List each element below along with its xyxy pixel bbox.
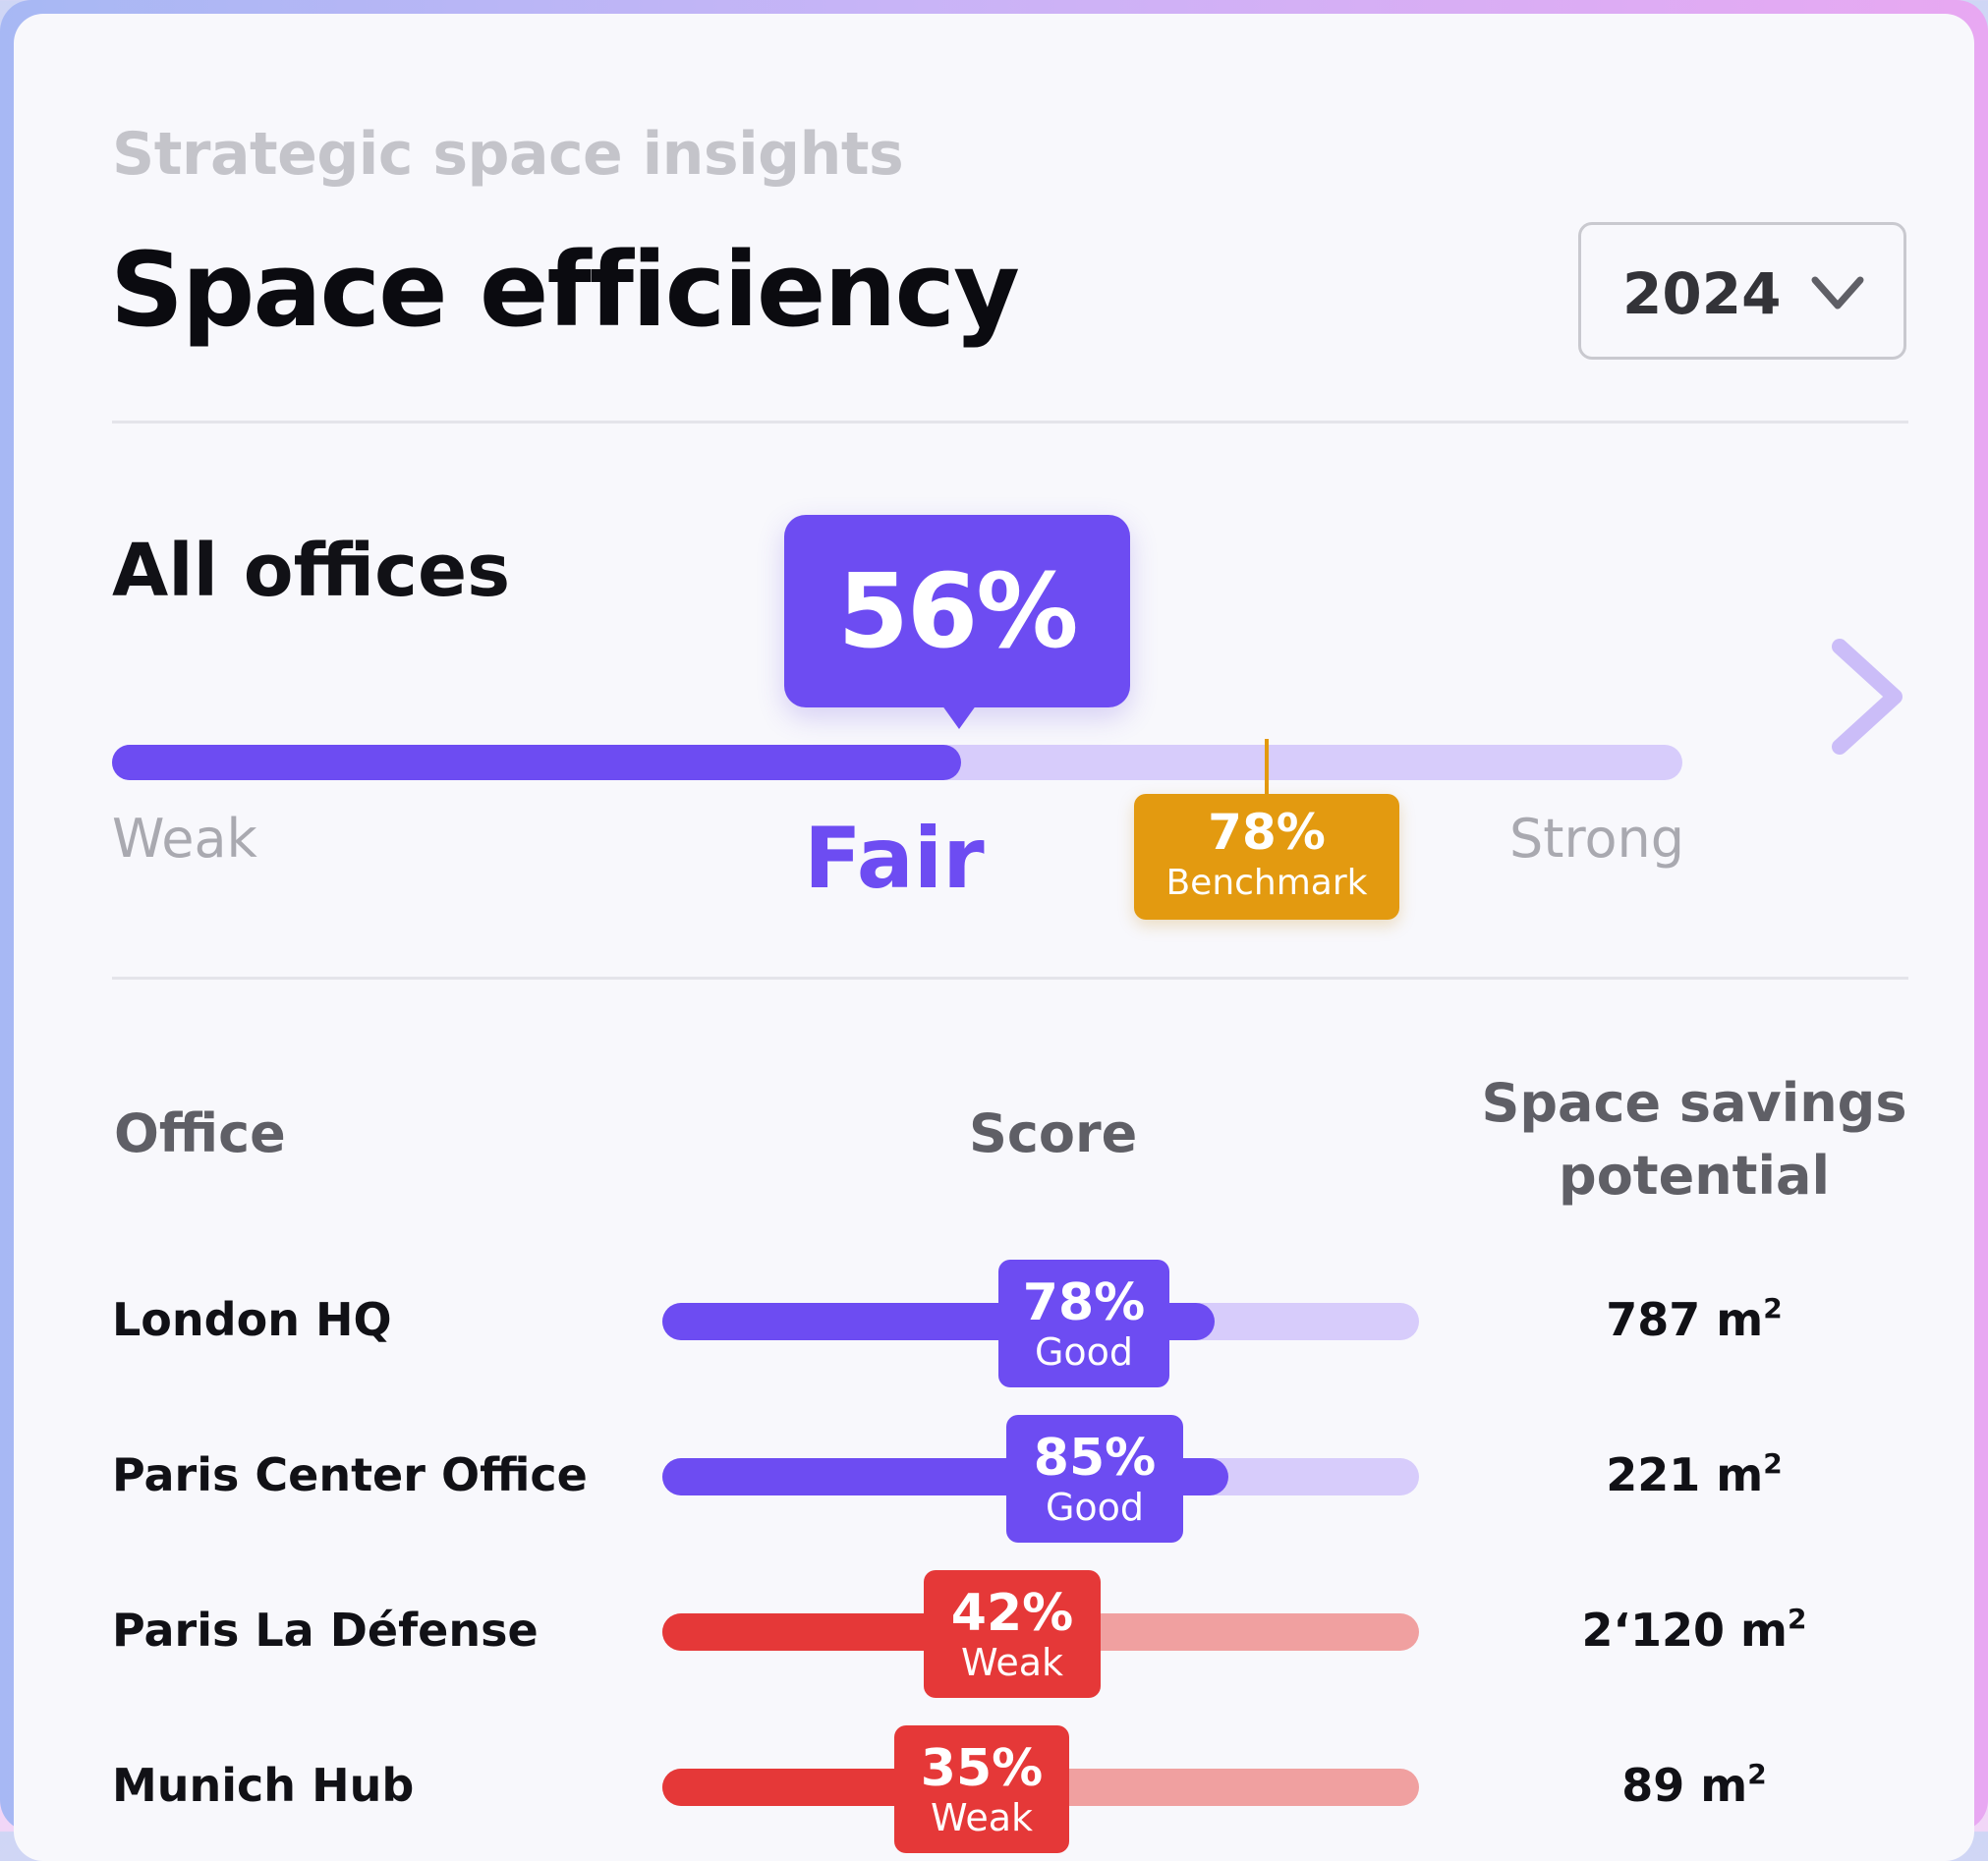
chevron-down-icon [1811,276,1864,310]
office-name: London HQ [112,1293,392,1346]
unit-superscript: 2 [1763,1292,1783,1325]
score-value: 35% [920,1739,1044,1798]
unit-superscript: 2 [1747,1758,1767,1790]
divider [112,977,1908,980]
savings-amount: 787 m [1606,1293,1764,1346]
benchmark-badge: 78% Benchmark [1134,794,1399,920]
column-header-office: Office [114,1102,286,1164]
unit-superscript: 2 [1787,1603,1807,1635]
summary-label: All offices [112,529,511,613]
savings-amount: 89 m [1621,1759,1748,1812]
savings-value: 89 m2 [1478,1759,1910,1812]
score-badge: 42% Weak [924,1570,1101,1698]
divider [112,421,1908,423]
score-value: 85% [1033,1429,1157,1488]
year-value: 2024 [1622,260,1782,327]
savings-amount: 221 m [1606,1448,1764,1501]
overall-score-fill [112,745,961,780]
scale-high-label: Strong [1509,808,1685,870]
benchmark-label: Benchmark [1165,863,1368,903]
section-eyebrow: Strategic space insights [112,120,904,189]
savings-value: 2‘120 m2 [1478,1604,1910,1657]
office-name: Paris Center Office [112,1448,588,1501]
score-badge: 85% Good [1006,1415,1183,1543]
scale-low-label: Weak [112,808,257,870]
score-rating: Good [1045,1486,1145,1529]
score-rating: Weak [930,1796,1034,1839]
year-dropdown[interactable]: 2024 [1578,222,1906,360]
benchmark-marker [1265,739,1269,800]
overall-rating: Fair [804,810,985,908]
page-title: Space efficiency [110,230,1020,350]
score-rating: Weak [960,1641,1064,1684]
score-rating: Good [1034,1330,1134,1374]
office-name: Paris La Défense [112,1604,539,1657]
score-badge: 35% Weak [894,1725,1069,1853]
savings-value: 787 m2 [1478,1293,1910,1346]
column-header-savings: Space savings potential [1481,1072,1907,1207]
savings-amount: 2‘120 m [1581,1604,1788,1657]
score-bubble-pointer [939,702,979,729]
score-badge: 78% Good [998,1260,1169,1387]
space-efficiency-card: Strategic space insights Space efficienc… [14,14,1974,1861]
unit-superscript: 2 [1763,1447,1783,1480]
score-value: 78% [1022,1273,1146,1332]
benchmark-value: 78% [1208,804,1326,861]
savings-value: 221 m2 [1478,1448,1910,1501]
overall-score-bar [112,745,1682,780]
chevron-right-icon[interactable] [1818,633,1912,761]
overall-score-bubble: 56% [784,515,1130,707]
column-header-score: Score [969,1102,1138,1164]
score-value: 42% [950,1584,1074,1643]
office-name: Munich Hub [112,1759,415,1812]
